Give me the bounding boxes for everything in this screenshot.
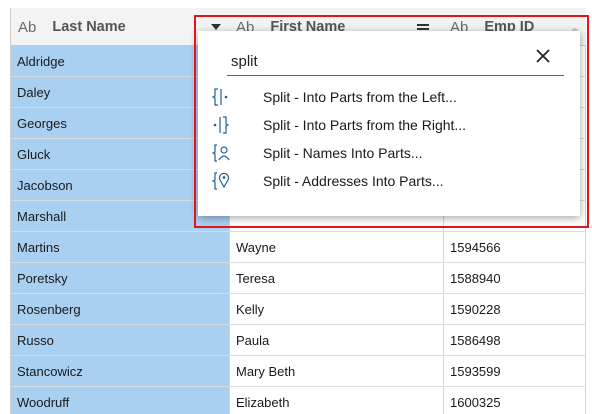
- last-name-cell[interactable]: Stancowicz: [11, 356, 229, 386]
- first-name-cell[interactable]: Mary Beth: [229, 356, 443, 386]
- first-name-cell[interactable]: Teresa: [229, 263, 443, 293]
- text-type-icon: Ab: [18, 18, 37, 36]
- first-name-cell[interactable]: Kelly: [229, 294, 443, 324]
- first-name-cell[interactable]: Wayne: [229, 232, 443, 262]
- emp-id-cell[interactable]: 1593599: [443, 356, 586, 386]
- first-name-cell[interactable]: Paula: [229, 325, 443, 355]
- highlight-box: [194, 15, 589, 228]
- last-name-cell[interactable]: Martins: [11, 232, 229, 262]
- table-row[interactable]: Rosenberg Kelly 1590228: [11, 294, 586, 325]
- emp-id-cell[interactable]: 1588940: [443, 263, 586, 293]
- first-name-cell[interactable]: Elizabeth: [229, 387, 443, 414]
- table-row[interactable]: Poretsky Teresa 1588940: [11, 263, 586, 294]
- emp-id-cell[interactable]: 1586498: [443, 325, 586, 355]
- table-row[interactable]: Russo Paula 1586498: [11, 325, 586, 356]
- table-row[interactable]: Woodruff Elizabeth 1600325: [11, 387, 586, 414]
- emp-id-cell[interactable]: 1594566: [443, 232, 586, 262]
- last-name-cell[interactable]: Poretsky: [11, 263, 229, 293]
- last-name-cell[interactable]: Woodruff: [11, 387, 229, 414]
- last-name-cell[interactable]: Rosenberg: [11, 294, 229, 324]
- table-row[interactable]: Stancowicz Mary Beth 1593599: [11, 356, 586, 387]
- emp-id-cell[interactable]: 1600325: [443, 387, 586, 414]
- table-row[interactable]: Martins Wayne 1594566: [11, 232, 586, 263]
- column-header-label: Last Name: [52, 19, 126, 35]
- last-name-cell[interactable]: Russo: [11, 325, 229, 355]
- emp-id-cell[interactable]: 1590228: [443, 294, 586, 324]
